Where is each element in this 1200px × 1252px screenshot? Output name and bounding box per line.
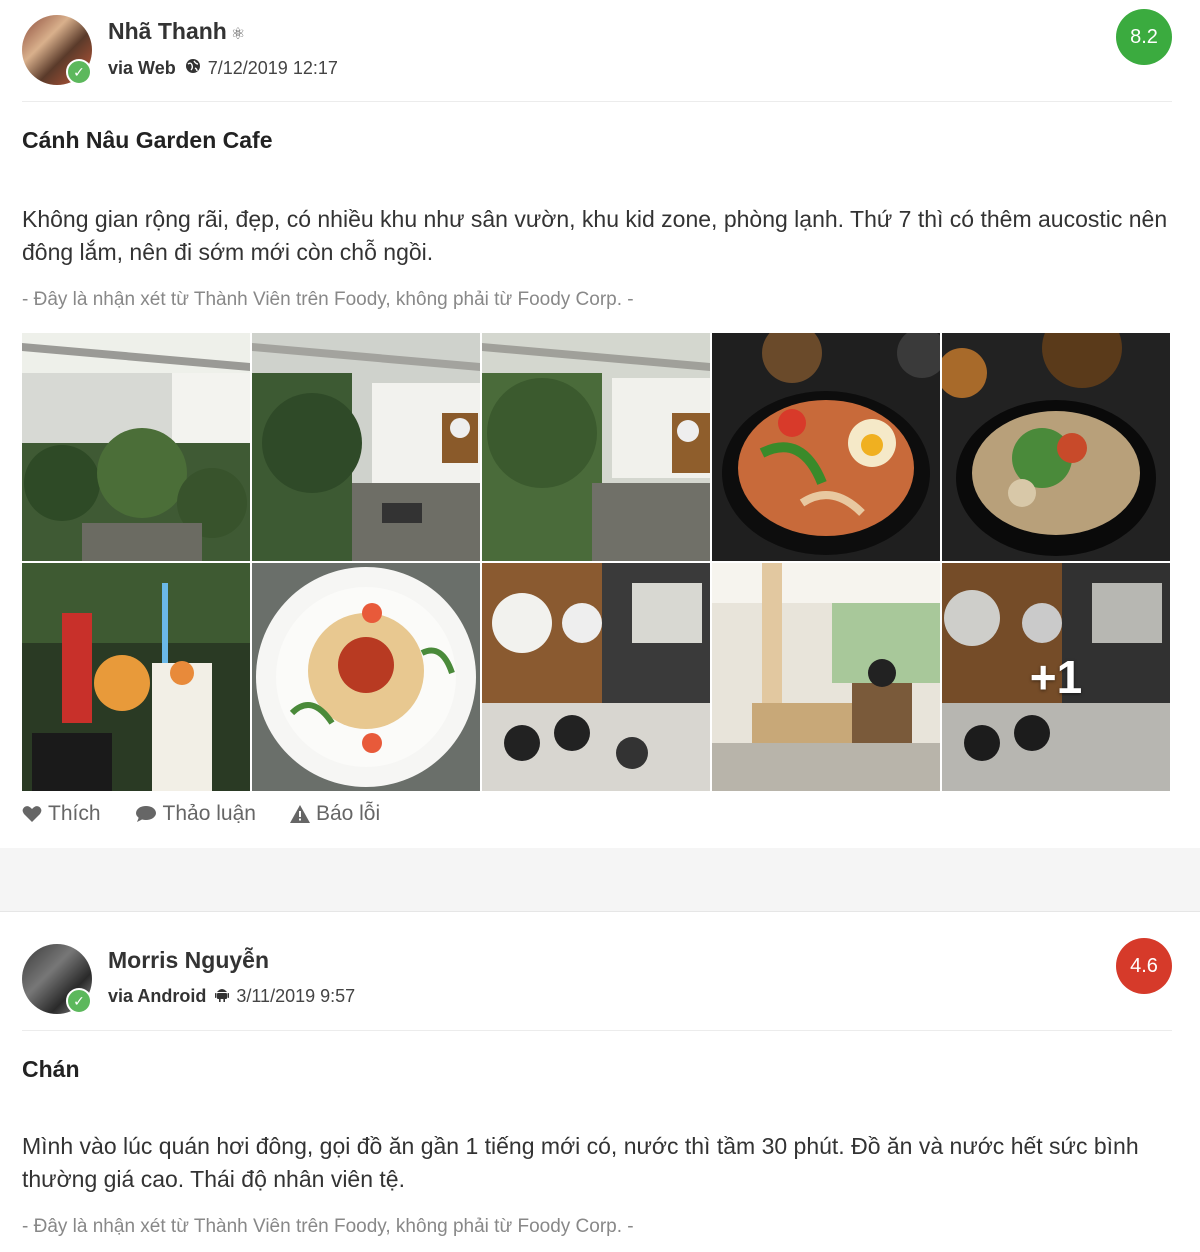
photo-thumbnail[interactable]: [22, 563, 250, 791]
user-name-text: Morris Nguyễn: [108, 947, 270, 973]
report-label: Báo lỗi: [315, 802, 381, 825]
verified-check-icon: ✓: [66, 59, 92, 85]
review-meta: via Android 3/11/2019 9:57: [108, 986, 355, 1007]
divider: [22, 101, 1172, 102]
via-source: via Android: [108, 986, 207, 1006]
photo-thumbnail[interactable]: [22, 333, 250, 561]
photo-thumbnail[interactable]: [482, 563, 710, 791]
atom-icon: ⚛: [230, 26, 246, 43]
verified-check-icon: ✓: [66, 988, 92, 1014]
discuss-label: Thảo luận: [162, 802, 256, 825]
photo-thumbnail[interactable]: [712, 563, 940, 791]
review-title: Chán: [22, 1056, 80, 1082]
discuss-button[interactable]: Thảo luận: [135, 802, 256, 826]
like-button[interactable]: Thích: [22, 802, 101, 826]
review-meta: via Web 7/12/2019 12:17: [108, 58, 338, 79]
photo-gallery: +1: [22, 333, 1171, 792]
review-actions: Thích Thảo luận Báo lỗi: [22, 802, 380, 826]
review-card: ✓ Morris Nguyễn via Android 3/11/2019 9:…: [0, 912, 1200, 1252]
score-badge: 8.2: [1116, 9, 1172, 65]
photo-thumbnail[interactable]: [942, 333, 1170, 561]
review-title: Cánh Nâu Garden Cafe: [22, 127, 273, 153]
globe-icon: [185, 58, 201, 79]
like-label: Thích: [48, 802, 101, 825]
more-photos-count: +1: [1029, 651, 1083, 703]
review-card: ✓ Nhã Thanh ⚛ via Web 7/12/2019 12:17 8.2…: [0, 0, 1200, 848]
photo-thumbnail[interactable]: [252, 563, 480, 791]
photo-thumbnail[interactable]: [482, 333, 710, 561]
divider: [22, 1030, 1172, 1031]
heart-icon: [22, 806, 42, 822]
comment-icon: [135, 806, 156, 822]
review-text: Mình vào lúc quán hơi đông, gọi đồ ăn gầ…: [22, 1133, 1139, 1192]
report-button[interactable]: Báo lỗi: [289, 802, 381, 826]
via-source: via Web: [108, 58, 176, 78]
user-name[interactable]: Nhã Thanh ⚛: [108, 18, 245, 45]
score-badge: 4.6: [1116, 938, 1172, 994]
review-date: 7/12/2019 12:17: [207, 58, 338, 78]
user-name[interactable]: Morris Nguyễn: [108, 947, 269, 974]
review-disclaimer: - Đây là nhận xét từ Thành Viên trên Foo…: [22, 1216, 634, 1237]
android-icon: [215, 986, 230, 1007]
review-separator: [0, 848, 1200, 912]
photo-thumbnail[interactable]: [252, 333, 480, 561]
review-text: Không gian rộng rãi, đẹp, có nhiều khu n…: [22, 206, 1168, 265]
user-name-text: Nhã Thanh: [108, 18, 227, 44]
photo-thumbnail[interactable]: [712, 333, 940, 561]
warning-icon: [289, 805, 310, 823]
review-date: 3/11/2019 9:57: [236, 986, 356, 1006]
review-disclaimer: - Đây là nhận xét từ Thành Viên trên Foo…: [22, 289, 634, 310]
photo-thumbnail-more[interactable]: +1: [942, 563, 1170, 791]
